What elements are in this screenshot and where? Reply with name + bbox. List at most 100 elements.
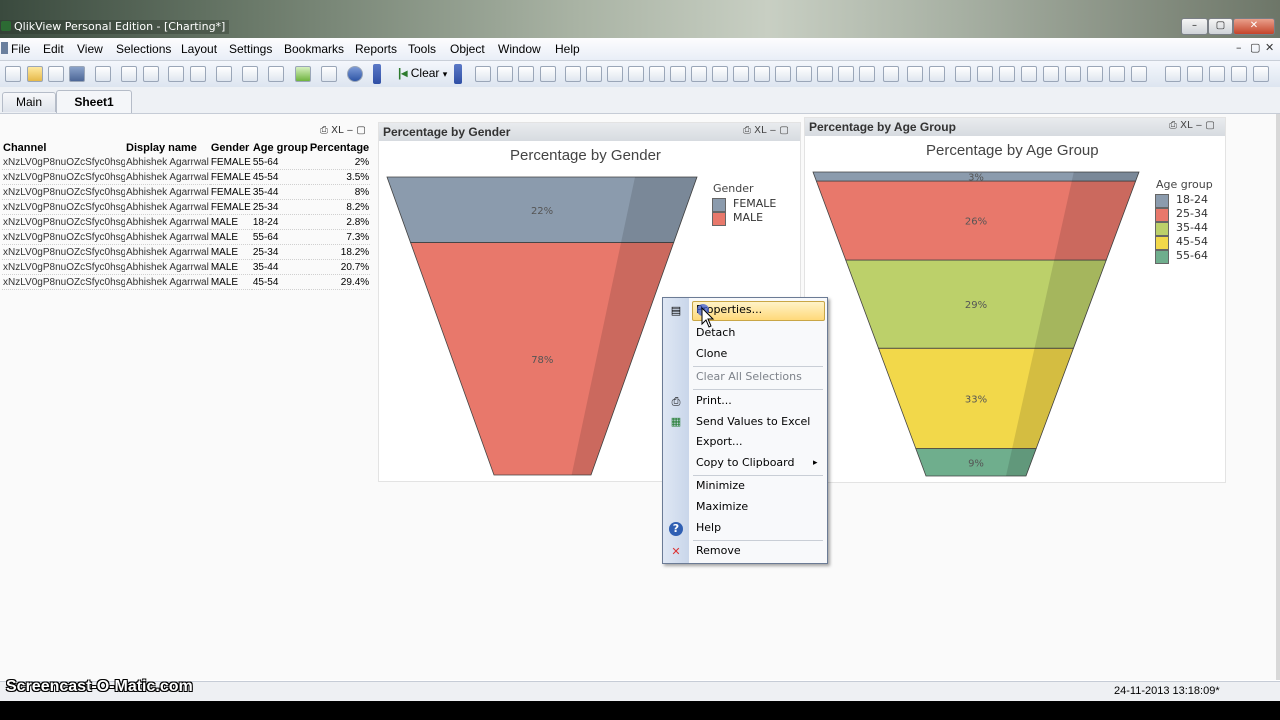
toolbar-grip[interactable] xyxy=(373,64,381,84)
cell-display-name[interactable]: Abhishek Agarrwal xyxy=(125,259,210,275)
cell-age-group[interactable]: 25-34 xyxy=(251,244,309,260)
same-size-icon[interactable] xyxy=(1131,66,1147,82)
table-row[interactable]: xNzLV0gP8nuOZcSfyc0hsg Abhishek Agarrwal M… xyxy=(2,244,371,260)
legend-swatch-male[interactable] xyxy=(712,212,726,226)
text-object-icon[interactable] xyxy=(733,66,749,82)
menu-selections[interactable]: Selections xyxy=(116,42,171,56)
cell-channel[interactable]: xNzLV0gP8nuOZcSfyc0hsg xyxy=(2,259,125,275)
cell-age-group[interactable]: 25-34 xyxy=(251,199,309,215)
new-icon[interactable] xyxy=(5,66,21,82)
legend-label-35-44[interactable]: 35-44 xyxy=(1176,221,1208,234)
input-box-icon[interactable] xyxy=(670,66,686,82)
line-arrow-icon[interactable] xyxy=(754,66,770,82)
cell-channel[interactable]: xNzLV0gP8nuOZcSfyc0hsg xyxy=(2,274,125,290)
legend-label-male[interactable]: MALE xyxy=(733,211,763,224)
cell-age-group[interactable]: 35-44 xyxy=(251,259,309,275)
cell-channel[interactable]: xNzLV0gP8nuOZcSfyc0hsg xyxy=(2,169,125,185)
table-row[interactable]: xNzLV0gP8nuOZcSfyc0hsg Abhishek Agarrwal M… xyxy=(2,214,371,230)
listbox-icon[interactable] xyxy=(565,66,581,82)
statistics-box-icon[interactable] xyxy=(586,66,602,82)
cell-display-name[interactable]: Abhishek Agarrwal xyxy=(125,214,210,230)
vertical-scrollbar[interactable] xyxy=(1276,114,1280,680)
cell-gender[interactable]: FEMALE xyxy=(209,199,252,215)
redo-icon[interactable] xyxy=(190,66,206,82)
legend-label-female[interactable]: FEMALE xyxy=(733,197,776,210)
space-vertical-icon[interactable] xyxy=(1109,66,1125,82)
cell-channel[interactable]: xNzLV0gP8nuOZcSfyc0hsg xyxy=(2,199,125,215)
check-icon[interactable] xyxy=(242,66,258,82)
edit-script-icon[interactable] xyxy=(121,66,137,82)
space-horizontal-icon[interactable] xyxy=(1087,66,1103,82)
multibox-icon[interactable] xyxy=(628,66,644,82)
menu-tools[interactable]: Tools xyxy=(408,42,436,56)
menu-layout[interactable]: Layout xyxy=(181,42,217,56)
cell-display-name[interactable]: Abhishek Agarrwal xyxy=(125,244,210,260)
age-funnel-chart[interactable]: 3%26%29%33%9% xyxy=(805,168,1145,480)
cell-percentage[interactable]: 29.4% xyxy=(308,274,371,290)
webview-icon[interactable] xyxy=(1253,66,1269,82)
tab-sheet1[interactable]: Sheet1 xyxy=(56,90,132,113)
cell-gender[interactable]: MALE xyxy=(209,229,252,245)
menu-item-maximize[interactable]: Maximize xyxy=(696,497,748,517)
cell-gender[interactable]: MALE xyxy=(209,214,252,230)
expression-icon[interactable] xyxy=(1231,66,1247,82)
cell-percentage[interactable]: 8.2% xyxy=(308,199,371,215)
menu-reports[interactable]: Reports xyxy=(355,42,397,56)
column-header-gender[interactable]: Gender xyxy=(210,141,252,155)
menu-item-send-values-to-excel[interactable]: Send Values to Excel xyxy=(696,412,810,432)
cell-gender[interactable]: FEMALE xyxy=(209,155,252,170)
align-middle-icon[interactable] xyxy=(1043,66,1059,82)
open-folder-icon[interactable] xyxy=(27,66,43,82)
cell-channel[interactable]: xNzLV0gP8nuOZcSfyc0hsg xyxy=(2,214,125,230)
menu-item-remove[interactable]: Remove xyxy=(696,541,741,561)
sheet-properties-icon[interactable] xyxy=(1209,66,1225,82)
menu-bookmarks[interactable]: Bookmarks xyxy=(284,42,344,56)
menu-item-print[interactable]: Print... xyxy=(696,391,732,411)
cell-display-name[interactable]: Abhishek Agarrwal xyxy=(125,199,210,215)
current-selections-icon[interactable] xyxy=(691,66,707,82)
menu-window[interactable]: Window xyxy=(498,42,541,56)
legend-swatch-18-24[interactable] xyxy=(1155,194,1169,208)
cell-channel[interactable]: xNzLV0gP8nuOZcSfyc0hsg xyxy=(2,155,125,170)
cell-percentage[interactable]: 20.7% xyxy=(308,259,371,275)
close-button[interactable]: ✕ xyxy=(1233,18,1275,35)
age-chart-box[interactable]: Percentage by Age Group ⎙ XL ‒ ▢ Percent… xyxy=(804,117,1226,483)
table-row[interactable]: xNzLV0gP8nuOZcSfyc0hsg Abhishek Agarrwal F… xyxy=(2,169,371,185)
cell-channel[interactable]: xNzLV0gP8nuOZcSfyc0hsg xyxy=(2,229,125,245)
cell-channel[interactable]: xNzLV0gP8nuOZcSfyc0hsg xyxy=(2,244,125,260)
cell-gender[interactable]: FEMALE xyxy=(209,184,252,200)
table-row[interactable]: xNzLV0gP8nuOZcSfyc0hsg Abhishek Agarrwal F… xyxy=(2,199,371,215)
menu-edit[interactable]: Edit xyxy=(43,42,64,56)
legend-swatch-45-54[interactable] xyxy=(1155,236,1169,250)
chart-object-icon[interactable] xyxy=(649,66,665,82)
legend-swatch-female[interactable] xyxy=(712,198,726,212)
sheet-object-icon-4[interactable] xyxy=(540,66,556,82)
menu-help[interactable]: Help xyxy=(555,42,580,56)
cell-gender[interactable]: MALE xyxy=(209,259,252,275)
cell-percentage[interactable]: 2.8% xyxy=(308,214,371,230)
menu-file[interactable]: File xyxy=(11,42,30,56)
cell-display-name[interactable]: Abhishek Agarrwal xyxy=(125,274,210,290)
column-header-channel[interactable]: Channel xyxy=(2,141,125,155)
legend-label-55-64[interactable]: 55-64 xyxy=(1176,249,1208,262)
cell-display-name[interactable]: Abhishek Agarrwal xyxy=(125,155,210,170)
menu-settings[interactable]: Settings xyxy=(229,42,272,56)
menu-item-export[interactable]: Export... xyxy=(696,432,743,452)
column-header-age-group[interactable]: Age group xyxy=(252,141,309,155)
cell-percentage[interactable]: 18.2% xyxy=(308,244,371,260)
age-chart-caption[interactable]: Percentage by Age Group xyxy=(805,118,1225,136)
cell-display-name[interactable]: Abhishek Agarrwal xyxy=(125,169,210,185)
brush-icon[interactable] xyxy=(907,66,923,82)
document-properties-icon[interactable] xyxy=(1187,66,1203,82)
cell-percentage[interactable]: 2% xyxy=(308,155,371,170)
table-row[interactable]: xNzLV0gP8nuOZcSfyc0hsg Abhishek Agarrwal F… xyxy=(2,155,371,170)
legend-swatch-55-64[interactable] xyxy=(1155,250,1169,264)
cell-age-group[interactable]: 45-54 xyxy=(251,169,309,185)
legend-swatch-25-34[interactable] xyxy=(1155,208,1169,222)
align-center-icon[interactable] xyxy=(977,66,993,82)
save-icon[interactable] xyxy=(69,66,85,82)
menu-item-help[interactable]: Help xyxy=(696,518,721,538)
cell-gender[interactable]: MALE xyxy=(209,274,252,290)
table-row[interactable]: xNzLV0gP8nuOZcSfyc0hsg Abhishek Agarrwal F… xyxy=(2,184,371,200)
help-icon[interactable] xyxy=(347,66,363,82)
